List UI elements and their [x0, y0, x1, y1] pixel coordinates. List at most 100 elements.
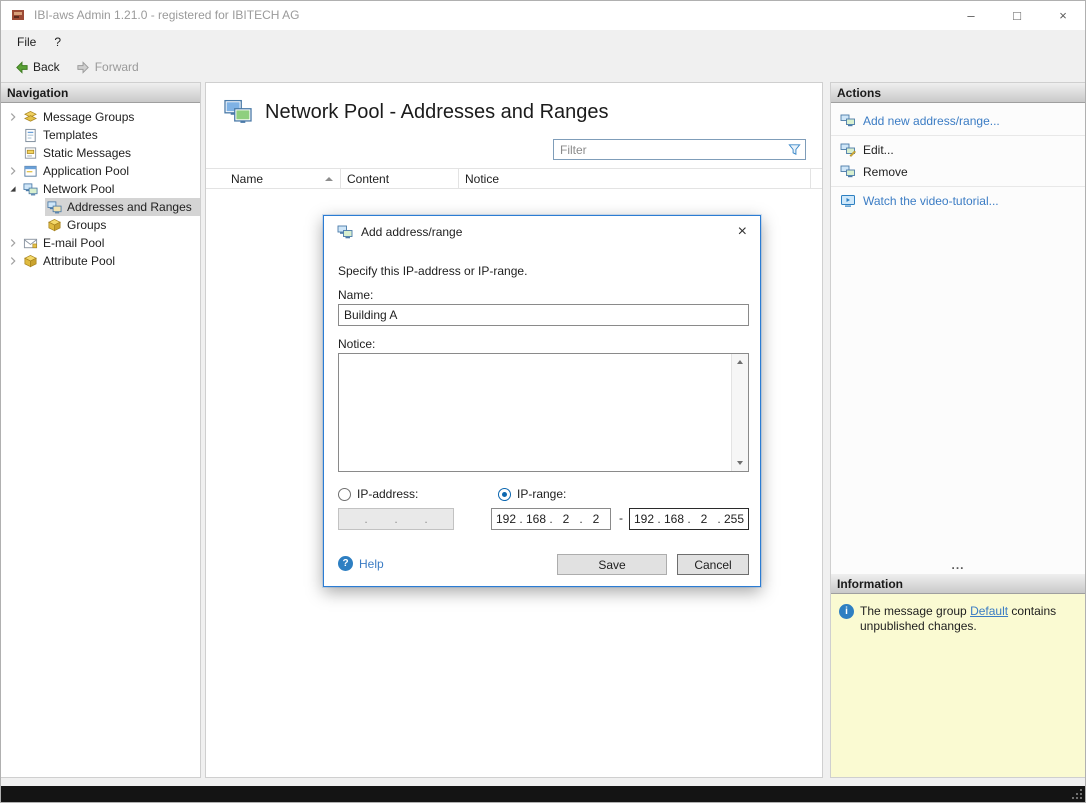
ip-range-from-field[interactable]: 192 . 168 . 2 . 2 — [491, 508, 611, 530]
forward-button[interactable]: Forward — [68, 57, 147, 78]
octet[interactable]: 168 — [662, 512, 686, 526]
chevron-right-icon[interactable] — [5, 163, 21, 179]
information-panel: i The message group Default contains unp… — [831, 594, 1085, 777]
page-title: Network Pool - Addresses and Ranges — [265, 101, 609, 124]
sidebar-item-addresses-and-ranges[interactable]: Addresses and Ranges — [1, 198, 200, 216]
notice-scrollbar[interactable] — [731, 354, 748, 471]
application-pool-icon — [23, 164, 38, 179]
table-header: Name Content Notice — [206, 168, 822, 189]
sidebar-item-network-pool[interactable]: Network Pool — [1, 180, 200, 198]
ip-address-radio-label[interactable]: IP-address: — [357, 487, 418, 501]
filter-input[interactable] — [553, 139, 806, 160]
help-link[interactable]: ? Help — [338, 556, 384, 571]
navigation-tree: Message Groups Templates — [1, 103, 200, 777]
ip-address-radio[interactable] — [338, 488, 351, 501]
filter-funnel-icon[interactable] — [787, 142, 802, 157]
name-field[interactable] — [338, 304, 749, 326]
attribute-pool-icon — [23, 254, 38, 269]
resize-grip-icon[interactable] — [1080, 797, 1082, 799]
sidebar-item-label: E-mail Pool — [43, 236, 104, 250]
sidebar-item-attribute-pool[interactable]: Attribute Pool — [1, 252, 200, 270]
video-tutorial-icon — [840, 194, 856, 208]
app-icon — [10, 7, 26, 23]
notice-text-area[interactable] — [339, 354, 731, 471]
octet-separator: . — [363, 512, 369, 526]
octet[interactable]: 2 — [692, 512, 716, 526]
chevron-right-icon[interactable] — [5, 235, 21, 251]
action-label: Watch the video-tutorial... — [863, 194, 999, 208]
ip-range-to-field[interactable]: 192 . 168 . 2 . 255 — [629, 508, 749, 530]
navigation-header: Navigation — [1, 83, 200, 103]
octet[interactable]: 192 — [494, 512, 518, 526]
info-icon: i — [839, 604, 854, 619]
info-text-before: The message group — [860, 604, 970, 618]
chevron-right-icon[interactable] — [5, 109, 21, 125]
scroll-up-icon[interactable] — [732, 354, 748, 370]
save-button[interactable]: Save — [557, 554, 667, 575]
forward-label: Forward — [95, 60, 139, 74]
ip-address-radio-group[interactable]: IP-address: — [338, 487, 418, 501]
email-pool-icon — [23, 236, 38, 251]
edit-action[interactable]: Edit... — [831, 139, 1085, 161]
expander-spacer — [5, 127, 21, 143]
column-header-notice[interactable]: Notice — [459, 169, 811, 188]
menu-file[interactable]: File — [8, 32, 45, 52]
minimize-button[interactable]: – — [948, 0, 994, 30]
remove-icon — [840, 165, 856, 179]
dialog-close-icon[interactable]: × — [738, 224, 747, 240]
column-header-content[interactable]: Content — [341, 169, 459, 188]
watch-video-tutorial-action[interactable]: Watch the video-tutorial... — [831, 190, 1085, 212]
remove-action[interactable]: Remove — [831, 161, 1085, 183]
help-label: Help — [359, 557, 384, 571]
sidebar-item-templates[interactable]: Templates — [1, 126, 200, 144]
name-label: Name: — [338, 288, 373, 302]
help-icon: ? — [338, 556, 353, 571]
sidebar-item-static-messages[interactable]: Static Messages — [1, 144, 200, 162]
sidebar-item-message-groups[interactable]: Message Groups — [1, 108, 200, 126]
default-message-group-link[interactable]: Default — [970, 604, 1008, 618]
network-pool-title-icon — [223, 99, 253, 125]
groups-icon — [47, 218, 62, 233]
column-label: Name — [231, 172, 263, 186]
ip-range-radio-group[interactable]: IP-range: — [498, 487, 566, 501]
menu-bar: File ? — [0, 30, 1086, 54]
chevron-expanded-icon[interactable] — [5, 181, 21, 197]
chevron-right-icon[interactable] — [5, 253, 21, 269]
maximize-button[interactable]: □ — [994, 0, 1040, 30]
notice-textarea[interactable] — [338, 353, 749, 472]
back-button[interactable]: Back — [6, 57, 68, 78]
edit-icon — [840, 143, 856, 157]
column-header-name[interactable]: Name — [206, 169, 341, 188]
dialog-network-icon — [337, 224, 353, 240]
octet-separator: . — [393, 512, 399, 526]
sidebar-item-application-pool[interactable]: Application Pool — [1, 162, 200, 180]
octet[interactable]: 2 — [554, 512, 578, 526]
actions-overflow[interactable]: ... — [831, 558, 1085, 572]
cancel-button[interactable]: Cancel — [677, 554, 749, 575]
add-new-address-range-action[interactable]: Add new address/range... — [831, 110, 1085, 132]
close-button[interactable]: × — [1040, 0, 1086, 30]
sidebar-item-groups[interactable]: Groups — [1, 216, 200, 234]
sidebar-item-label: Groups — [67, 218, 106, 232]
octet[interactable]: 2 — [584, 512, 608, 526]
sort-ascending-icon — [325, 177, 333, 181]
status-bar — [0, 786, 1086, 803]
information-text: The message group Default contains unpub… — [860, 604, 1077, 634]
octet[interactable]: 192 — [632, 512, 656, 526]
ip-range-radio-label[interactable]: IP-range: — [517, 487, 566, 501]
ip-address-field[interactable]: . . . — [338, 508, 454, 530]
sidebar-item-email-pool[interactable]: E-mail Pool — [1, 234, 200, 252]
octet[interactable]: 168 — [524, 512, 548, 526]
ip-range-radio[interactable] — [498, 488, 511, 501]
sidebar-item-label: Message Groups — [43, 110, 134, 124]
scroll-down-icon[interactable] — [732, 455, 748, 471]
message-groups-icon — [23, 110, 38, 125]
information-header: Information — [831, 574, 1085, 594]
menu-help[interactable]: ? — [45, 32, 70, 52]
sidebar-item-label: Addresses and Ranges — [67, 200, 192, 214]
actions-header: Actions — [831, 83, 1085, 103]
sidebar-item-label: Application Pool — [43, 164, 129, 178]
network-pool-icon — [23, 182, 38, 197]
octet[interactable]: 255 — [722, 512, 746, 526]
back-label: Back — [33, 60, 60, 74]
